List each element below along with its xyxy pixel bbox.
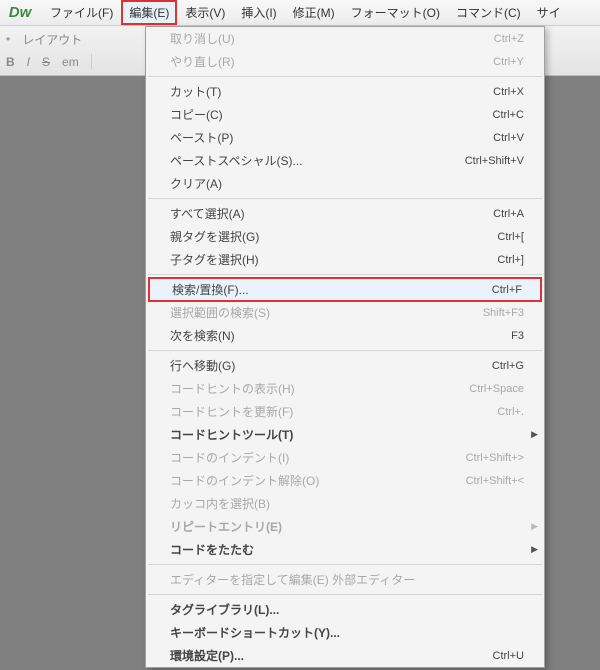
- menu-separator: [148, 198, 542, 199]
- menu-item-label: リピートエントリ(E): [170, 518, 282, 535]
- menu-item-label: 選択範囲の検索(S): [170, 304, 270, 321]
- menu-file[interactable]: ファイル(F): [42, 0, 121, 25]
- menu-item-10[interactable]: 親タグを選択(G) Ctrl+[: [146, 225, 544, 248]
- italic-button[interactable]: I: [27, 55, 30, 69]
- menu-item-label: コードのインデント解除(O): [170, 472, 319, 489]
- menu-separator: [148, 564, 542, 565]
- menu-item-label: 次を検索(N): [170, 327, 235, 344]
- menu-item-15[interactable]: 次を検索(N) F3: [146, 324, 544, 347]
- menu-item-label: ペースト(P): [170, 129, 233, 146]
- menu-item-label: ペーストスペシャル(S)...: [170, 152, 303, 169]
- menu-item-6[interactable]: ペーストスペシャル(S)... Ctrl+Shift+V: [146, 149, 544, 172]
- menu-item-label: 取り消し(U): [170, 30, 235, 47]
- menu-item-11[interactable]: 子タグを選択(H) Ctrl+]: [146, 248, 544, 271]
- menu-command[interactable]: コマンド(C): [448, 0, 529, 25]
- submenu-arrow-icon: ▶: [531, 544, 538, 555]
- menu-item-label: 検索/置換(F)...: [172, 281, 249, 298]
- menu-item-shortcut: Ctrl+Shift+<: [466, 475, 524, 487]
- menu-item-13[interactable]: 検索/置換(F)... Ctrl+F: [148, 277, 542, 302]
- menu-item-label: 親タグを選択(G): [170, 228, 259, 245]
- em-button[interactable]: em: [62, 55, 79, 69]
- menu-item-shortcut: Ctrl+[: [497, 231, 524, 243]
- menu-item-shortcut: Ctrl+Shift+>: [466, 452, 524, 464]
- menu-item-1: やり直し(R) Ctrl+Y: [146, 50, 544, 73]
- menu-item-27: エディターを指定して編集(E) 外部エディター: [146, 568, 544, 591]
- menu-item-label: コードをたたむ: [170, 541, 254, 558]
- menu-item-9[interactable]: すべて選択(A) Ctrl+A: [146, 202, 544, 225]
- menu-modify[interactable]: 修正(M): [285, 0, 343, 25]
- menu-item-label: クリア(A): [170, 175, 222, 192]
- menu-item-shortcut: Ctrl+Space: [469, 383, 524, 395]
- menu-item-label: コードヒントツール(T): [170, 426, 293, 443]
- menu-item-0: 取り消し(U) Ctrl+Z: [146, 27, 544, 50]
- menu-item-label: 子タグを選択(H): [170, 251, 259, 268]
- menubar: Dw ファイル(F) 編集(E) 表示(V) 挿入(I) 修正(M) フォーマッ…: [0, 0, 600, 26]
- menu-separator: [148, 594, 542, 595]
- menu-item-24: リピートエントリ(E) ▶: [146, 515, 544, 538]
- menu-item-23: カッコ内を選択(B): [146, 492, 544, 515]
- menu-item-label: エディターを指定して編集(E) 外部エディター: [170, 571, 415, 588]
- toolbar-dot-icon: •: [6, 32, 10, 46]
- menu-view[interactable]: 表示(V): [177, 0, 233, 25]
- menu-item-label: カッコ内を選択(B): [170, 495, 270, 512]
- menu-item-label: コードヒントの表示(H): [170, 380, 295, 397]
- toolbar-separator: [91, 54, 92, 70]
- menu-item-shortcut: Ctrl+G: [492, 360, 524, 372]
- menu-item-21: コードのインデント(I) Ctrl+Shift+>: [146, 446, 544, 469]
- menu-item-shortcut: Shift+F3: [483, 307, 524, 319]
- menu-item-label: やり直し(R): [170, 53, 235, 70]
- menu-item-shortcut: Ctrl+C: [493, 109, 524, 121]
- menu-separator: [148, 76, 542, 77]
- app-logo: Dw: [4, 3, 36, 23]
- menu-separator: [148, 350, 542, 351]
- menu-separator: [148, 274, 542, 275]
- submenu-arrow-icon: ▶: [531, 429, 538, 440]
- menu-site[interactable]: サイ: [529, 0, 569, 25]
- menu-item-14: 選択範囲の検索(S) Shift+F3: [146, 301, 544, 324]
- menu-item-22: コードのインデント解除(O) Ctrl+Shift+<: [146, 469, 544, 492]
- menu-item-7[interactable]: クリア(A): [146, 172, 544, 195]
- menu-item-label: コードのインデント(I): [170, 449, 289, 466]
- menu-item-shortcut: Ctrl+U: [493, 650, 524, 662]
- menu-item-shortcut: F3: [511, 330, 524, 342]
- menu-item-label: キーボードショートカット(Y)...: [170, 624, 340, 641]
- menu-item-label: カット(T): [170, 83, 221, 100]
- edit-menu-dropdown: 取り消し(U) Ctrl+Z やり直し(R) Ctrl+Y カット(T) Ctrl+X コピ…: [145, 26, 545, 668]
- menu-item-29[interactable]: タグライブラリ(L)...: [146, 598, 544, 621]
- bold-button[interactable]: B: [6, 55, 15, 69]
- menu-item-label: タグライブラリ(L)...: [170, 601, 279, 618]
- menu-item-label: 行へ移動(G): [170, 357, 235, 374]
- menu-item-shortcut: Ctrl+]: [497, 254, 524, 266]
- submenu-arrow-icon: ▶: [531, 521, 538, 532]
- menu-item-shortcut: Ctrl+Shift+V: [465, 155, 524, 167]
- menu-item-5[interactable]: ペースト(P) Ctrl+V: [146, 126, 544, 149]
- menu-item-shortcut: Ctrl+V: [493, 132, 524, 144]
- menu-item-shortcut: Ctrl+A: [493, 208, 524, 220]
- menu-edit[interactable]: 編集(E): [121, 0, 177, 25]
- menu-item-20[interactable]: コードヒントツール(T) ▶: [146, 423, 544, 446]
- menu-item-shortcut: Ctrl+Z: [494, 33, 524, 45]
- menu-item-4[interactable]: コピー(C) Ctrl+C: [146, 103, 544, 126]
- menu-item-shortcut: Ctrl+.: [497, 406, 524, 418]
- menu-item-31[interactable]: 環境設定(P)... Ctrl+U: [146, 644, 544, 667]
- menu-item-shortcut: Ctrl+F: [492, 284, 522, 296]
- menu-item-label: コードヒントを更新(F): [170, 403, 293, 420]
- menu-item-30[interactable]: キーボードショートカット(Y)...: [146, 621, 544, 644]
- menu-item-label: すべて選択(A): [170, 205, 245, 222]
- menu-format[interactable]: フォーマット(O): [343, 0, 448, 25]
- menu-item-19: コードヒントを更新(F) Ctrl+.: [146, 400, 544, 423]
- menu-item-18: コードヒントの表示(H) Ctrl+Space: [146, 377, 544, 400]
- toolbar-layout-label: レイアウト: [22, 31, 82, 48]
- menu-item-17[interactable]: 行へ移動(G) Ctrl+G: [146, 354, 544, 377]
- menu-item-25[interactable]: コードをたたむ ▶: [146, 538, 544, 561]
- menu-item-3[interactable]: カット(T) Ctrl+X: [146, 80, 544, 103]
- menu-insert[interactable]: 挿入(I): [233, 0, 284, 25]
- menu-item-shortcut: Ctrl+Y: [493, 56, 524, 68]
- menu-item-label: コピー(C): [170, 106, 223, 123]
- menu-item-label: 環境設定(P)...: [170, 647, 244, 664]
- menu-item-shortcut: Ctrl+X: [493, 86, 524, 98]
- strike-button[interactable]: S: [42, 55, 50, 69]
